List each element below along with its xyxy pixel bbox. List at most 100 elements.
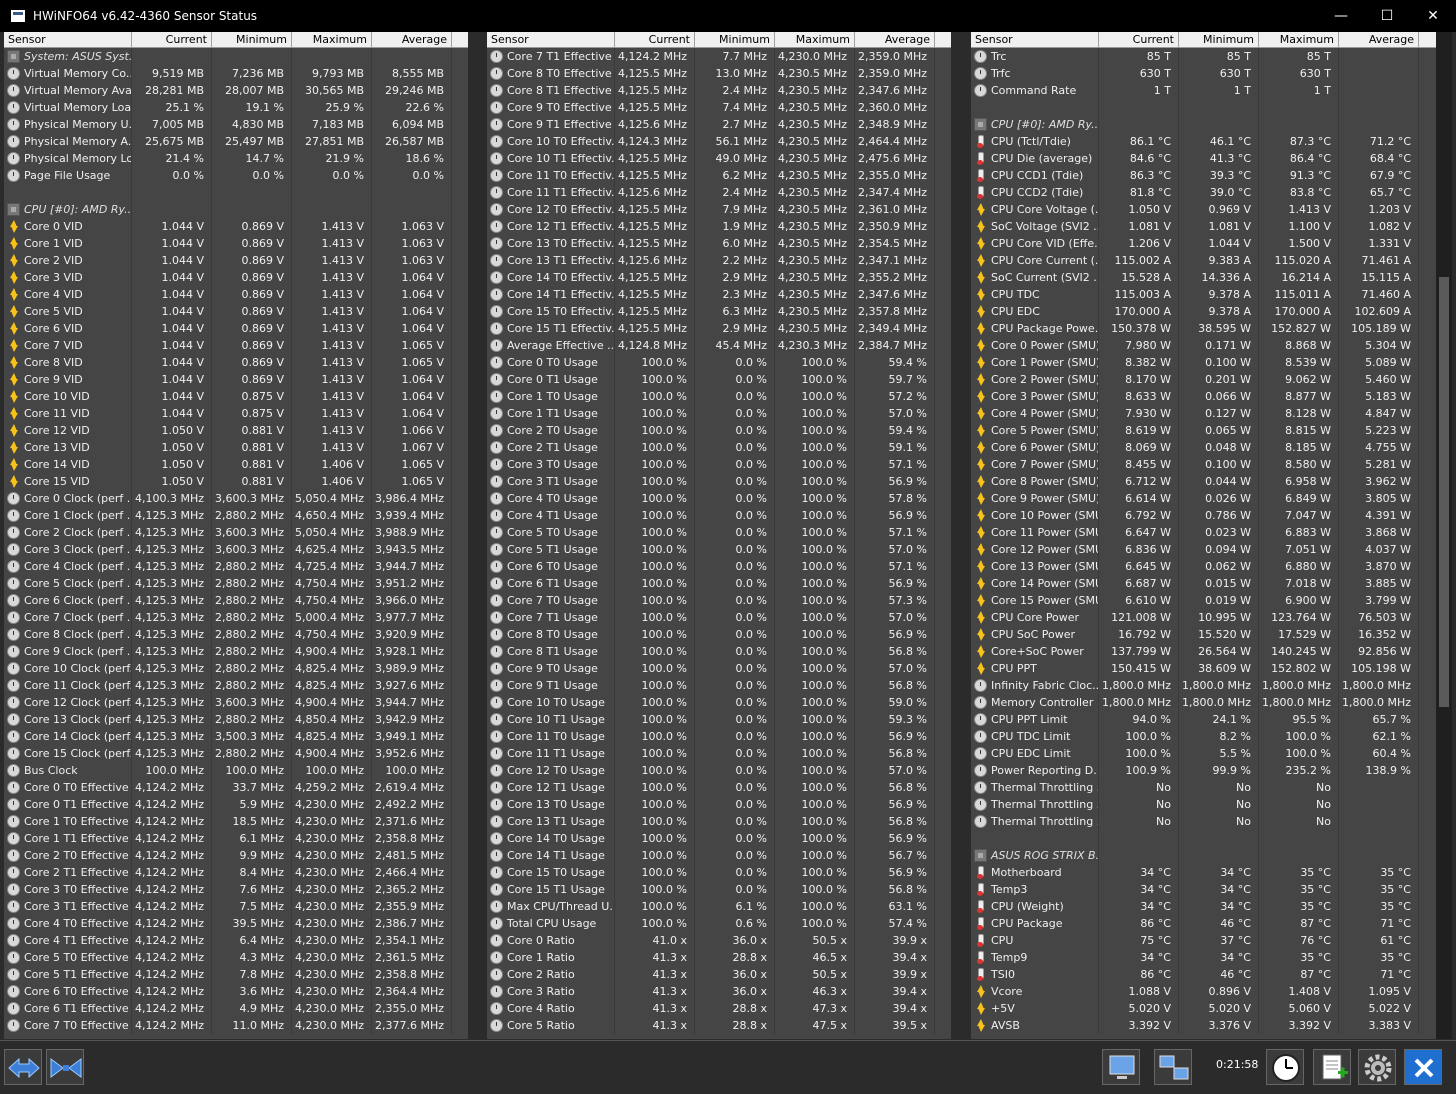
- sensor-row[interactable]: Core 4 Ratio 41.3 x 28.8 x 47.3 x 39.4 x: [487, 1000, 967, 1017]
- sensor-row[interactable]: Core 4 Clock (perf ... 4,125.3 MHz 2,880.2…: [4, 558, 484, 575]
- sensor-row[interactable]: Core 0 VID 1.044 V 0.869 V 1.413 V 1.063 V: [4, 218, 484, 235]
- sensor-row[interactable]: Core 5 T0 Effective ... 4,124.2 MHz 4.3 MH…: [4, 949, 484, 966]
- sensor-row[interactable]: Core 15 T1 Effectiv... 4,125.5 MHz 2.9 MHz…: [487, 320, 967, 337]
- sensor-row[interactable]: Core 4 T0 Usage 100.0 % 0.0 % 100.0 % 57.8 %: [487, 490, 967, 507]
- sensor-row[interactable]: Core 11 T1 Effectiv... 4,125.6 MHz 2.4 MHz…: [487, 184, 967, 201]
- sensor-row[interactable]: Core 14 T0 Effectiv... 4,125.5 MHz 2.9 MHz…: [487, 269, 967, 286]
- sensor-row[interactable]: Core 7 T1 Usage 100.0 % 0.0 % 100.0 % 57.0 %: [487, 609, 967, 626]
- sensor-row[interactable]: Core 9 T0 Usage 100.0 % 0.0 % 100.0 % 57.0 %: [487, 660, 967, 677]
- sensor-row[interactable]: CPU Package Powe... 150.378 W 38.595 W 152.…: [971, 320, 1452, 337]
- sensor-row[interactable]: Core 2 Ratio 41.3 x 36.0 x 50.5 x 39.9 x: [487, 966, 967, 983]
- sensor-row[interactable]: Core 12 T0 Effectiv... 4,125.5 MHz 7.9 MHz…: [487, 201, 967, 218]
- sensor-row[interactable]: Core 15 VID 1.050 V 0.881 V 1.406 V 1.065 V: [4, 473, 484, 490]
- sensor-group-header[interactable]: CPU [#0]: AMD Ry...: [4, 201, 484, 218]
- sensor-row[interactable]: Core 6 T0 Effective ... 4,124.2 MHz 3.6 MH…: [4, 983, 484, 1000]
- sensor-row[interactable]: Core 13 T1 Effectiv... 4,125.6 MHz 2.2 MHz…: [487, 252, 967, 269]
- sensor-pane-1[interactable]: Sensor Current Minimum Maximum Average System…: [4, 32, 484, 1039]
- sensor-row[interactable]: Core 10 T1 Effectiv... 4,125.5 MHz 49.0 MH…: [487, 150, 967, 167]
- sensor-row[interactable]: Core 14 T0 Usage 100.0 % 0.0 % 100.0 % 56.9 …: [487, 830, 967, 847]
- sensor-row[interactable]: Core 8 T0 Effective ... 4,125.5 MHz 13.0 M…: [487, 65, 967, 82]
- sensor-row[interactable]: Core 1 T0 Effective ... 4,124.2 MHz 18.5 M…: [4, 813, 484, 830]
- sensor-row[interactable]: SoC Current (SVI2 ... 15.528 A 14.336 A 16.…: [971, 269, 1452, 286]
- sensor-row[interactable]: Page File Usage 0.0 % 0.0 % 0.0 % 0.0 %: [4, 167, 484, 184]
- sensor-group-header[interactable]: CPU [#0]: AMD Ry...: [971, 116, 1452, 133]
- sensor-row[interactable]: Core 13 VID 1.050 V 0.881 V 1.413 V 1.067 V: [4, 439, 484, 456]
- scrollbar[interactable]: [468, 32, 484, 1039]
- column-header-current[interactable]: Current: [615, 32, 695, 47]
- sensor-row[interactable]: Core 6 T1 Effective ... 4,124.2 MHz 4.9 MH…: [4, 1000, 484, 1017]
- sensor-row[interactable]: [971, 830, 1452, 847]
- sensor-row[interactable]: Core 15 T1 Usage 100.0 % 0.0 % 100.0 % 56.8 …: [487, 881, 967, 898]
- sensor-row[interactable]: Temp9 34 °C 34 °C 35 °C 35 °C: [971, 949, 1452, 966]
- sensor-row[interactable]: Core 3 VID 1.044 V 0.869 V 1.413 V 1.064 V: [4, 269, 484, 286]
- sensor-row[interactable]: Motherboard 34 °C 34 °C 35 °C 35 °C: [971, 864, 1452, 881]
- sensor-row[interactable]: Core 3 T1 Usage 100.0 % 0.0 % 100.0 % 56.9 %: [487, 473, 967, 490]
- sensor-row[interactable]: Core 6 T0 Usage 100.0 % 0.0 % 100.0 % 57.1 %: [487, 558, 967, 575]
- sensor-row[interactable]: Core 11 Clock (perf... 4,125.3 MHz 2,880.2…: [4, 677, 484, 694]
- sensor-row[interactable]: Core 3 T1 Effective ... 4,124.2 MHz 7.5 MH…: [4, 898, 484, 915]
- scrollbar[interactable]: [1436, 32, 1452, 1039]
- sensor-row[interactable]: Core 14 Power (SMU) 6.687 W 0.015 W 7.018 W…: [971, 575, 1452, 592]
- sensor-row[interactable]: CPU Core VID (Effe... 1.206 V 1.044 V 1.500…: [971, 235, 1452, 252]
- sensor-row[interactable]: Core 13 T0 Effectiv... 4,125.5 MHz 6.0 MHz…: [487, 235, 967, 252]
- sensor-row[interactable]: AVSB 3.392 V 3.376 V 3.392 V 3.383 V: [971, 1017, 1452, 1034]
- column-header-current[interactable]: Current: [1099, 32, 1179, 47]
- sensor-row[interactable]: CPU Core Power 121.008 W 10.995 W 123.764 W…: [971, 609, 1452, 626]
- sensor-row[interactable]: Infinity Fabric Cloc... 1,800.0 MHz 1,800.…: [971, 677, 1452, 694]
- sensor-row[interactable]: Bus Clock 100.0 MHz 100.0 MHz 100.0 MHz 100.…: [4, 762, 484, 779]
- column-header-current[interactable]: Current: [132, 32, 212, 47]
- sensor-row[interactable]: Core 1 Ratio 41.3 x 28.8 x 46.5 x 39.4 x: [487, 949, 967, 966]
- sensor-row[interactable]: Core 1 T0 Usage 100.0 % 0.0 % 100.0 % 57.2 %: [487, 388, 967, 405]
- sensor-row[interactable]: Core 1 T1 Usage 100.0 % 0.0 % 100.0 % 57.0 %: [487, 405, 967, 422]
- sensor-row[interactable]: Core 9 T1 Usage 100.0 % 0.0 % 100.0 % 56.8 %: [487, 677, 967, 694]
- sensor-row[interactable]: Core 13 T0 Usage 100.0 % 0.0 % 100.0 % 56.9 …: [487, 796, 967, 813]
- sensor-row[interactable]: CPU 75 °C 37 °C 76 °C 61 °C: [971, 932, 1452, 949]
- sensor-row[interactable]: Core 2 T1 Usage 100.0 % 0.0 % 100.0 % 59.1 %: [487, 439, 967, 456]
- sensor-row[interactable]: Core 11 T1 Usage 100.0 % 0.0 % 100.0 % 56.8 …: [487, 745, 967, 762]
- sensor-row[interactable]: Core 13 Power (SMU) 6.645 W 0.062 W 6.880 W…: [971, 558, 1452, 575]
- sensor-row[interactable]: CPU Core Voltage (... 1.050 V 0.969 V 1.413…: [971, 201, 1452, 218]
- settings-button[interactable]: [1358, 1049, 1396, 1085]
- sensor-row[interactable]: CPU EDC 170.000 A 9.378 A 170.000 A 102.609 …: [971, 303, 1452, 320]
- sensor-row[interactable]: Core 14 Clock (perf... 4,125.3 MHz 3,500.3…: [4, 728, 484, 745]
- sensor-row[interactable]: Core 9 Clock (perf ... 4,125.3 MHz 2,880.2…: [4, 643, 484, 660]
- sensor-row[interactable]: Core 0 Power (SMU) 7.980 W 0.171 W 8.868 W5…: [971, 337, 1452, 354]
- expand-left-right-button[interactable]: [4, 1049, 42, 1085]
- sensor-row[interactable]: Core+SoC Power 137.799 W 26.564 W 140.245 W…: [971, 643, 1452, 660]
- sensor-row[interactable]: Core 8 T0 Usage 100.0 % 0.0 % 100.0 % 56.9 %: [487, 626, 967, 643]
- logging-button[interactable]: [1313, 1049, 1351, 1085]
- sensor-report-button[interactable]: [1102, 1049, 1140, 1085]
- sensor-group-header[interactable]: System: ASUS Syst...: [4, 48, 484, 65]
- maximize-button[interactable]: ☐: [1364, 0, 1410, 32]
- sensor-row[interactable]: Core 5 T1 Effective ... 4,124.2 MHz 7.8 MH…: [4, 966, 484, 983]
- sensor-row[interactable]: Core 5 T0 Usage 100.0 % 0.0 % 100.0 % 57.1 %: [487, 524, 967, 541]
- sensor-row[interactable]: CPU PPT 150.415 W 38.609 W 152.802 W 105.198…: [971, 660, 1452, 677]
- sensor-row[interactable]: Core 9 VID 1.044 V 0.869 V 1.413 V 1.064 V: [4, 371, 484, 388]
- sensor-row[interactable]: Power Reporting D... 100.9 % 99.9 % 235.2 %…: [971, 762, 1452, 779]
- sensor-row[interactable]: CPU TDC Limit 100.0 % 8.2 % 100.0 % 62.1 %: [971, 728, 1452, 745]
- sensor-row[interactable]: Core 14 T1 Usage 100.0 % 0.0 % 100.0 % 56.7 …: [487, 847, 967, 864]
- sensor-row[interactable]: Max CPU/Thread U... 100.0 % 6.1 % 100.0 % 63…: [487, 898, 967, 915]
- sensor-row[interactable]: CPU CCD2 (Tdie) 81.8 °C 39.0 °C 83.8 °C 65.7…: [971, 184, 1452, 201]
- sensor-row[interactable]: Core 15 Power (SMU) 6.610 W 0.019 W 6.900 W…: [971, 592, 1452, 609]
- column-header-sensor[interactable]: Sensor: [971, 32, 1099, 47]
- sensor-row[interactable]: Core 15 T0 Effectiv... 4,125.5 MHz 6.3 MHz…: [487, 303, 967, 320]
- sensor-row[interactable]: Command Rate 1 T1 T1 T: [971, 82, 1452, 99]
- sensor-row[interactable]: Core 11 T0 Usage 100.0 % 0.0 % 100.0 % 56.9 …: [487, 728, 967, 745]
- sensor-row[interactable]: Core 6 VID 1.044 V 0.869 V 1.413 V 1.064 V: [4, 320, 484, 337]
- sensor-row[interactable]: Core 4 T1 Effective ... 4,124.2 MHz 6.4 MH…: [4, 932, 484, 949]
- sensor-row[interactable]: Core 2 VID 1.044 V 0.869 V 1.413 V 1.063 V: [4, 252, 484, 269]
- sensor-row[interactable]: Physical Memory A... 25,675 MB 25,497 MB 27…: [4, 133, 484, 150]
- sensor-row[interactable]: CPU SoC Power 16.792 W 15.520 W 17.529 W 16.…: [971, 626, 1452, 643]
- collapse-right-left-button[interactable]: [46, 1049, 84, 1085]
- column-header-average[interactable]: Average: [372, 32, 452, 47]
- sensor-row[interactable]: CPU Core Current (... 115.002 A 9.383 A 115…: [971, 252, 1452, 269]
- scrollbar-thumb[interactable]: [1439, 277, 1449, 707]
- sensor-row[interactable]: Trc 85 T 85 T 85 T: [971, 48, 1452, 65]
- column-header-maximum[interactable]: Maximum: [1259, 32, 1339, 47]
- sensor-row[interactable]: CPU EDC Limit 100.0 % 5.5 % 100.0 % 60.4 %: [971, 745, 1452, 762]
- sensor-row[interactable]: Core 2 Clock (perf ... 4,125.3 MHz 3,600.3…: [4, 524, 484, 541]
- sensor-pane-2[interactable]: Sensor Current Minimum Maximum Average Core 7…: [487, 32, 967, 1039]
- sensor-pane-3[interactable]: Sensor Current Minimum Maximum Average Trc 85 …: [971, 32, 1452, 1039]
- column-header-average[interactable]: Average: [855, 32, 935, 47]
